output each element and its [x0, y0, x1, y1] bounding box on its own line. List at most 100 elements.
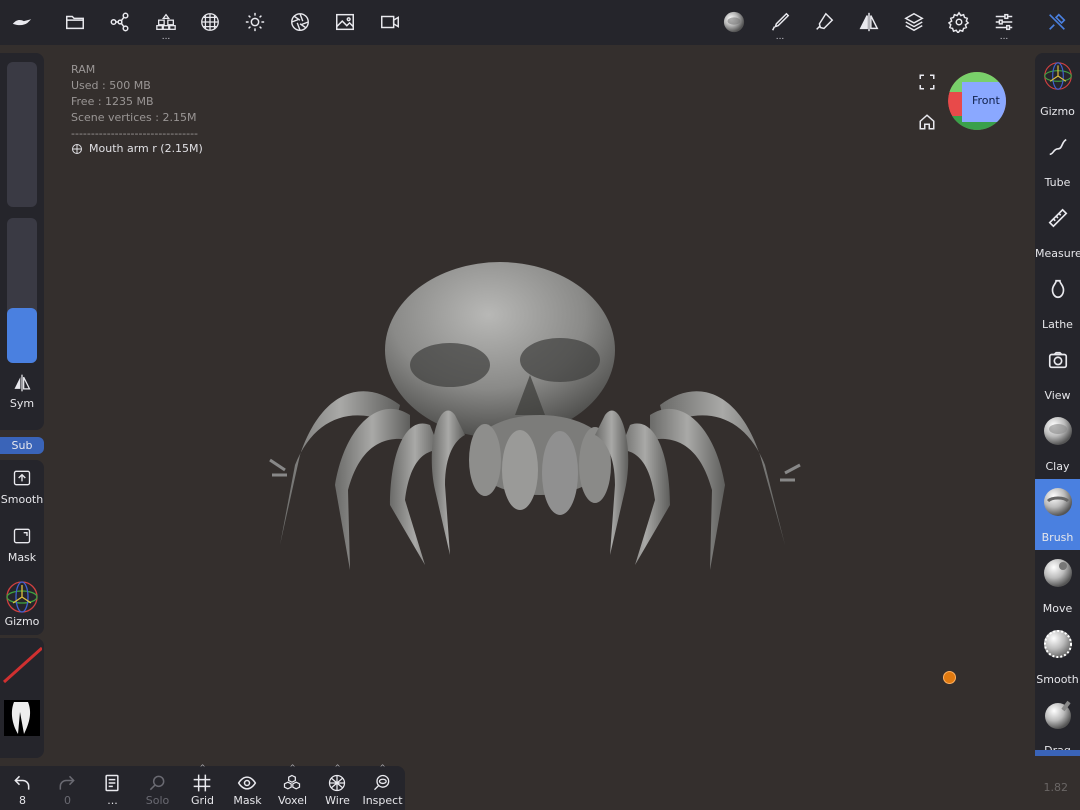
history-more-button[interactable]: ... — [90, 766, 135, 810]
quick-smooth-button[interactable]: Smooth — [0, 468, 44, 506]
tools-icon[interactable] — [1043, 8, 1071, 36]
view-cube[interactable]: Front — [948, 72, 1006, 130]
tool-view[interactable]: View — [1035, 337, 1080, 408]
redo-count: 0 — [64, 794, 71, 807]
sym-label: Sym — [9, 397, 35, 410]
sub-label: Sub — [11, 439, 33, 452]
radius-slider[interactable] — [7, 62, 37, 207]
selected-object[interactable]: Mouth arm r (2.15M) — [71, 142, 203, 155]
sub-toggle[interactable]: Sub — [0, 437, 44, 454]
mask-tool-icon — [13, 528, 31, 544]
tool-smooth[interactable]: Smooth — [1035, 621, 1080, 692]
settings-gear-icon[interactable] — [945, 8, 973, 36]
inspect-icon — [374, 774, 390, 791]
solo-label: Solo — [145, 794, 170, 807]
symmetry-icon — [14, 374, 31, 392]
intensity-slider[interactable] — [7, 218, 37, 363]
solo-button[interactable]: Solo — [135, 766, 180, 810]
paint-brush-icon[interactable]: ... — [766, 8, 794, 42]
tool-brush-label: Brush — [1041, 531, 1074, 544]
fullscreen-icon[interactable] — [918, 73, 936, 91]
sliders-icon[interactable]: ... — [990, 8, 1018, 42]
left-stroke-alpha — [0, 638, 44, 758]
pivot-marker[interactable] — [943, 671, 956, 684]
quick-mask-button[interactable]: Mask — [0, 526, 44, 564]
scene-vertices: Scene vertices : 2.15M — [71, 111, 197, 124]
right-panel-scroll-accent — [1035, 750, 1080, 756]
tool-brush[interactable]: Brush — [1035, 479, 1080, 550]
mask-label: Mask — [7, 551, 37, 564]
symmetry-icon[interactable] — [855, 8, 883, 36]
folder-icon[interactable] — [61, 8, 89, 36]
object-name: Mouth arm r (2.15M) — [89, 142, 203, 155]
layers-icon[interactable] — [900, 8, 928, 36]
grid-icon — [193, 774, 211, 792]
nomad-logo-icon[interactable] — [8, 8, 36, 36]
smooth-label: Smooth — [0, 493, 44, 506]
undo-button[interactable]: 8 — [0, 766, 45, 810]
voxel-label: Voxel — [277, 794, 308, 807]
memory-info: RAM Used : 500 MB Free : 1235 MB Scene v… — [71, 62, 198, 142]
wireframe-icon — [328, 774, 346, 792]
inspect-button[interactable]: ^ Inspect — [360, 764, 405, 810]
sym-toggle[interactable]: Sym — [0, 373, 44, 410]
mask-visibility-button[interactable]: Mask — [225, 766, 270, 810]
inspect-caret-icon: ^ — [379, 764, 386, 772]
tool-measure[interactable]: Measure — [1035, 195, 1080, 266]
search-icon — [149, 775, 165, 791]
camera-aperture-icon[interactable] — [286, 8, 314, 36]
inspect-label: Inspect — [362, 794, 403, 807]
wire-label: Wire — [325, 794, 350, 807]
stroke-preview[interactable] — [2, 642, 44, 686]
home-icon[interactable] — [918, 113, 936, 131]
tool-move[interactable]: Move — [1035, 550, 1080, 621]
tool-smooth-label: Smooth — [1036, 673, 1079, 686]
tool-lathe[interactable]: Lathe — [1035, 266, 1080, 337]
topology-icon[interactable] — [196, 8, 224, 36]
smooth-tool-icon — [13, 470, 31, 486]
sculpt-model[interactable] — [260, 255, 805, 580]
tool-clay-label: Clay — [1045, 460, 1070, 473]
material-sphere-icon[interactable] — [720, 8, 748, 36]
primitives-icon[interactable]: ... — [152, 8, 180, 42]
tool-clay[interactable]: Clay — [1035, 408, 1080, 479]
undo-icon — [14, 775, 30, 790]
grid-button[interactable]: ^ Grid — [180, 764, 225, 810]
tool-tube-label: Tube — [1044, 176, 1071, 189]
eye-icon — [237, 776, 257, 790]
clay-sphere-icon — [1043, 416, 1073, 446]
scene-graph-icon[interactable] — [106, 8, 134, 36]
bottom-toolbar: 8 0 ... Solo ^ Grid Mask ^ Voxel ^ Wire … — [0, 764, 405, 810]
gizmo-icon — [1043, 61, 1073, 91]
tool-lathe-label: Lathe — [1042, 318, 1073, 331]
voxel-caret-icon: ^ — [289, 764, 296, 772]
quick-gizmo-button[interactable]: Gizmo — [0, 580, 44, 628]
redo-button[interactable]: 0 — [45, 766, 90, 810]
gizmo-label: Gizmo — [4, 615, 40, 628]
grid-caret-icon: ^ — [199, 764, 206, 772]
top-toolbar: ... ... ... — [0, 0, 1080, 45]
voxel-button[interactable]: ^ Voxel — [270, 764, 315, 810]
topology-icon — [72, 143, 82, 154]
stroke-tool-icon[interactable] — [810, 8, 838, 36]
image-icon[interactable] — [331, 8, 359, 36]
intensity-slider-fill — [7, 308, 37, 363]
gizmo-icon — [6, 581, 38, 613]
document-icon — [105, 774, 119, 792]
lighting-icon[interactable] — [241, 8, 269, 36]
brush-sphere-icon — [1043, 487, 1073, 517]
hud-divider: -------------------------------- — [71, 127, 199, 140]
move-sphere-icon — [1043, 558, 1073, 588]
tool-view-label: View — [1044, 389, 1071, 402]
tool-gizmo[interactable]: Gizmo — [1035, 53, 1080, 124]
wire-caret-icon: ^ — [334, 764, 341, 772]
tube-icon — [1043, 132, 1073, 162]
tool-tube[interactable]: Tube — [1035, 124, 1080, 195]
ruler-icon — [1043, 203, 1073, 233]
video-icon[interactable] — [376, 8, 404, 36]
view-cube-label: Front — [972, 94, 1000, 107]
wire-button[interactable]: ^ Wire — [315, 764, 360, 810]
ram-label: RAM — [71, 63, 96, 76]
left-brush-panel: Sym — [0, 53, 44, 430]
alpha-preview[interactable] — [4, 700, 40, 736]
